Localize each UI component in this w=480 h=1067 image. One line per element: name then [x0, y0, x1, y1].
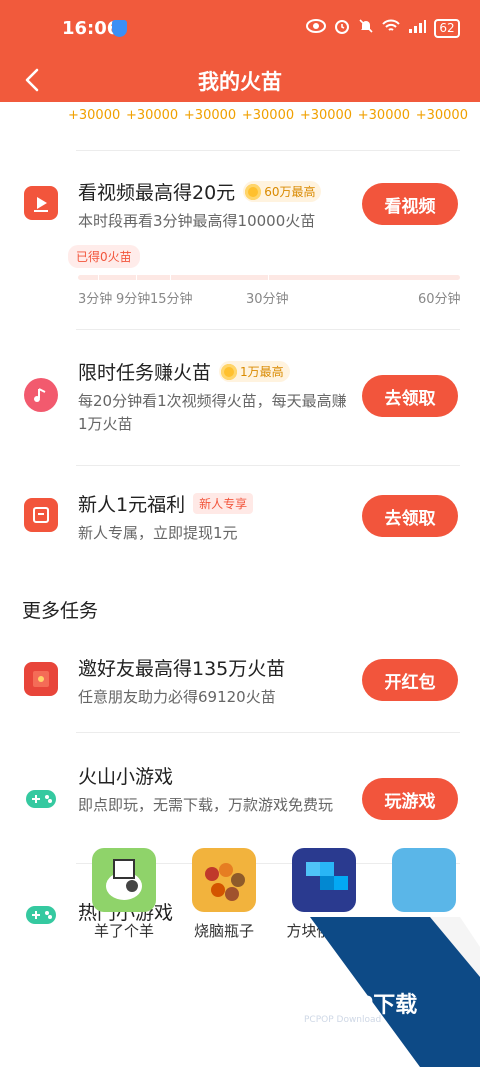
earned-tag: 已得0火苗 — [68, 245, 140, 268]
signal-icon — [408, 19, 426, 37]
water-game-icon — [392, 848, 456, 912]
video-task-badge: 60万最高 — [243, 181, 322, 202]
watermark-sub: PCPOP Download — [304, 1015, 382, 1025]
limited-task-badge: 1万最高 — [219, 361, 290, 382]
tetris-game-icon — [292, 848, 356, 912]
reward-amount: +30000 — [241, 108, 295, 123]
video-task-badge-text: 60万最高 — [264, 185, 316, 199]
video-task-desc: 本时段再看3分钟最高得10000火苗 — [78, 212, 316, 230]
newbie-task-title: 新人1元福利 新人专享 — [78, 490, 254, 517]
newbie-task-desc: 新人专属，立即提现1元 — [78, 524, 238, 542]
reward-amount: +30000 — [357, 108, 411, 123]
newbie-task-title-text: 新人1元福利 — [78, 494, 186, 516]
game-item[interactable]: 羊了个羊 — [88, 848, 160, 948]
newbie-task-badge: 新人专享 — [193, 493, 254, 514]
game-task-title-text: 火山小游戏 — [78, 766, 174, 788]
limited-task-badge-text: 1万最高 — [240, 365, 284, 379]
divider — [76, 465, 460, 466]
gamepad-icon — [24, 898, 58, 932]
video-task-title-text: 看视频最高得20元 — [78, 182, 236, 204]
progress-label: 3分钟 — [78, 292, 113, 307]
status-time: 16:06 — [62, 18, 120, 39]
coin-icon — [245, 183, 262, 200]
gift-box-icon — [24, 498, 58, 532]
video-play-icon — [24, 186, 58, 220]
progress-tick — [98, 275, 99, 280]
status-bar: 16:06 62 — [0, 0, 480, 58]
game-label: 羊了个羊 — [93, 922, 154, 940]
page-title: 我的火苗 — [198, 70, 282, 94]
section-title-more-tasks: 更多任务 — [22, 600, 99, 622]
progress-tick — [136, 275, 137, 280]
invite-task-title: 邀好友最高得135万火苗 — [78, 654, 285, 681]
divider — [76, 732, 460, 733]
bottle-game-icon — [192, 848, 256, 912]
sheep-game-icon — [92, 848, 156, 912]
reward-amount: +30000 — [299, 108, 353, 123]
progress-label: 9分钟 — [116, 292, 151, 307]
watermark: PCPOP下载 PCPOP Download — [290, 917, 480, 1067]
progress-label: 60分钟 — [418, 292, 461, 307]
progress-tick — [268, 275, 269, 280]
divider — [76, 150, 460, 151]
reward-amount: +30000 — [415, 108, 468, 123]
limited-task-desc: 每20分钟看1次视频得火苗，每天最高赚1万火苗 — [78, 392, 347, 433]
reward-amount: +30000 — [125, 108, 179, 123]
invite-task-title-text: 邀好友最高得135万火苗 — [78, 658, 286, 680]
limited-task-title: 限时任务赚火苗 1万最高 — [78, 358, 290, 385]
battery-indicator: 62 — [434, 18, 460, 38]
divider — [76, 329, 460, 330]
red-envelope-icon — [24, 662, 58, 696]
game-item[interactable]: 烧脑瓶子 — [188, 848, 260, 948]
gamepad-icon — [24, 782, 58, 816]
invite-task-desc: 任意朋友助力必得69120火苗 — [78, 688, 276, 706]
game-task-title: 火山小游戏 — [78, 762, 173, 789]
music-icon — [24, 378, 58, 412]
wifi-icon — [382, 19, 400, 37]
reward-amount: +30000 — [183, 108, 237, 123]
reward-amount: +30000 — [68, 108, 121, 123]
coin-icon — [221, 363, 238, 380]
limited-claim-button[interactable]: 去领取 — [362, 375, 458, 417]
progress-label: 15分钟 — [150, 292, 193, 307]
shield-icon — [112, 20, 127, 37]
status-icons: 62 — [306, 18, 460, 38]
video-task-title: 看视频最高得20元 60万最高 — [78, 178, 322, 205]
newbie-claim-button[interactable]: 去领取 — [362, 495, 458, 537]
progress-tick — [170, 275, 171, 280]
limited-task-title-text: 限时任务赚火苗 — [78, 362, 212, 384]
play-game-button[interactable]: 玩游戏 — [362, 778, 458, 820]
nav-bar: 我的火苗 — [0, 58, 480, 102]
reward-row: +30000 +30000 +30000 +30000 +30000 +3000… — [68, 108, 468, 123]
game-label: 烧脑瓶子 — [193, 922, 254, 940]
game-task-desc: 即点即玩，无需下载，万款游戏免费玩 — [78, 796, 334, 814]
eye-icon — [306, 19, 326, 37]
mute-icon — [358, 18, 374, 38]
progress-label: 30分钟 — [246, 292, 289, 307]
alarm-icon — [334, 18, 350, 38]
watch-video-button[interactable]: 看视频 — [362, 183, 458, 225]
open-red-envelope-button[interactable]: 开红包 — [362, 659, 458, 701]
